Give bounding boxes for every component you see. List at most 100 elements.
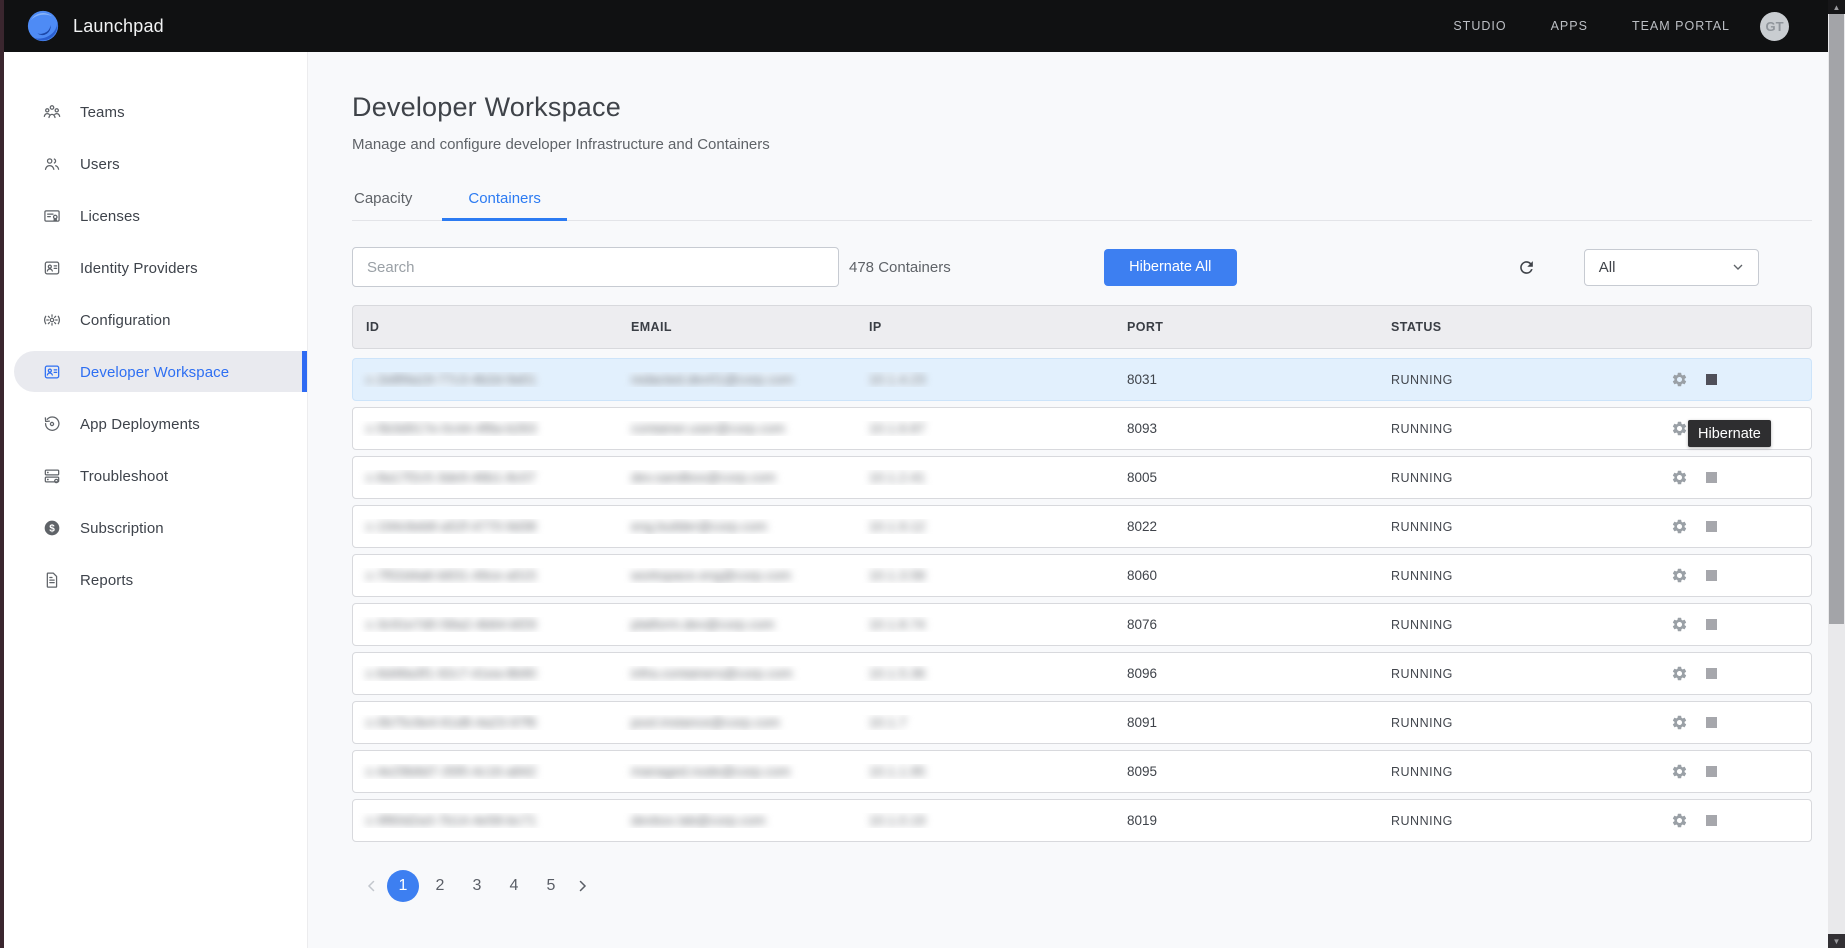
hibernate-stop-icon[interactable] xyxy=(1706,521,1717,532)
cell-email: workspace.eng@corp.com xyxy=(618,568,856,583)
cell-status: RUNNING xyxy=(1378,715,1661,730)
scrollbar-thumb[interactable] xyxy=(1829,14,1844,624)
pagination-page-1[interactable]: 1 xyxy=(387,870,419,902)
chevron-down-icon xyxy=(1730,259,1746,275)
scroll-up-button[interactable]: ▲ xyxy=(1828,0,1845,14)
scrollbar[interactable]: ▲ ▼ xyxy=(1828,0,1845,948)
hibernate-stop-icon[interactable] xyxy=(1706,472,1717,483)
top-bar: Launchpad STUDIO APPS TEAM PORTAL GT xyxy=(0,0,1845,52)
hibernate-stop-icon[interactable] xyxy=(1706,766,1717,777)
settings-gear-icon[interactable] xyxy=(1671,518,1688,535)
cell-status: RUNNING xyxy=(1378,470,1661,485)
settings-gear-icon[interactable] xyxy=(1671,469,1688,486)
settings-gear-icon[interactable] xyxy=(1671,714,1688,731)
brand[interactable]: Launchpad xyxy=(26,9,164,43)
avatar[interactable]: GT xyxy=(1760,12,1789,41)
pagination-page-2[interactable]: 2 xyxy=(424,870,456,902)
page-subtitle: Manage and configure developer Infrastru… xyxy=(352,136,1812,153)
cell-ip: 10.1.5.36 xyxy=(856,666,1114,681)
cell-port: 8096 xyxy=(1114,666,1378,681)
cell-port: 8022 xyxy=(1114,519,1378,534)
sidebar-item-label: Identity Providers xyxy=(80,260,198,277)
row-actions xyxy=(1661,518,1811,535)
cell-ip: 10.1.0.19 xyxy=(856,813,1114,828)
table-row[interactable]: c-9f60d2a3-7b14-4e58-bc71devbox.lab@corp… xyxy=(352,799,1812,842)
hibernate-all-button[interactable]: Hibernate All xyxy=(1104,249,1237,286)
sidebar-item-teams[interactable]: Teams xyxy=(0,86,307,138)
settings-gear-icon[interactable] xyxy=(1671,616,1688,633)
cell-email: platform.dev@corp.com xyxy=(618,617,856,632)
table-row[interactable]: c-5b3d917e-0c44-4f8a-b263container.user@… xyxy=(352,407,1812,450)
settings-gear-icon[interactable] xyxy=(1671,371,1688,388)
top-nav-item-team-portal[interactable]: TEAM PORTAL xyxy=(1632,19,1730,33)
sidebar-item-app-deployments[interactable]: App Deployments xyxy=(0,398,307,450)
refresh-icon[interactable] xyxy=(1517,258,1536,277)
search-input[interactable] xyxy=(352,247,839,287)
hibernate-tooltip: Hibernate xyxy=(1688,420,1771,447)
sidebar-item-identity-providers[interactable]: Identity Providers xyxy=(0,242,307,294)
cell-ip: 10.1.7 xyxy=(856,715,1114,730)
scroll-down-button[interactable]: ▼ xyxy=(1828,934,1845,948)
hibernate-stop-icon[interactable] xyxy=(1706,619,1717,630)
container-count: 478 Containers xyxy=(849,259,951,276)
table-row[interactable]: c-8a17f2c5-3de9-46b1-8c07dev.sandbox@cor… xyxy=(352,456,1812,499)
table-row[interactable]: c-0b75c9e4-61d8-4a23-97f6pool.instance@c… xyxy=(352,701,1812,744)
pagination-page-5[interactable]: 5 xyxy=(535,870,567,902)
cell-ip: 10.1.9.12 xyxy=(856,519,1114,534)
settings-gear-icon[interactable] xyxy=(1671,763,1688,780)
table-row[interactable]: c-3c91e7d0-58a2-4b64-bf29platform.dev@co… xyxy=(352,603,1812,646)
settings-gear-icon[interactable] xyxy=(1671,567,1688,584)
app-logo-icon xyxy=(26,9,60,43)
hibernate-stop-icon[interactable] xyxy=(1706,717,1717,728)
column-header-status: STATUS xyxy=(1378,320,1661,334)
sidebar-item-users[interactable]: Users xyxy=(0,138,307,190)
sidebar-item-licenses[interactable]: Licenses xyxy=(0,190,307,242)
table-row[interactable]: c-2e8f4a19-77c3-4b2d-9a51redacted.dev01@… xyxy=(352,358,1812,401)
hibernate-stop-icon[interactable] xyxy=(1706,668,1717,679)
top-nav-item-apps[interactable]: APPS xyxy=(1551,19,1588,33)
sidebar-item-developer-workspace[interactable]: Developer Workspace xyxy=(0,346,307,398)
table-row[interactable]: c-4e29b8d7-35f0-4c16-a842managed.node@co… xyxy=(352,750,1812,793)
cell-status: RUNNING xyxy=(1378,617,1661,632)
sidebar-item-label: Licenses xyxy=(80,208,140,225)
sidebar-item-configuration[interactable]: Configuration xyxy=(0,294,307,346)
cell-id: c-5b3d917e-0c44-4f8a-b263 xyxy=(353,421,618,436)
sidebar-item-troubleshoot[interactable]: Troubleshoot xyxy=(0,450,307,502)
table-row[interactable]: c-6d48a3f1-92c7-41ea-8b90infra.container… xyxy=(352,652,1812,695)
filter-select[interactable]: All xyxy=(1584,249,1759,286)
pagination-page-3[interactable]: 3 xyxy=(461,870,493,902)
cell-ip: 10.1.8.74 xyxy=(856,617,1114,632)
row-actions xyxy=(1661,616,1811,633)
identity-providers-icon xyxy=(42,258,62,278)
settings-gear-icon[interactable] xyxy=(1671,665,1688,682)
row-actions xyxy=(1661,763,1811,780)
hibernate-stop-icon[interactable] xyxy=(1706,570,1717,581)
column-header-ip: IP xyxy=(856,320,1114,334)
pagination-page-4[interactable]: 4 xyxy=(498,870,530,902)
sidebar-item-reports[interactable]: Reports xyxy=(0,554,307,606)
settings-gear-icon[interactable] xyxy=(1671,812,1688,829)
cell-email: pool.instance@corp.com xyxy=(618,715,856,730)
cell-email: container.user@corp.com xyxy=(618,421,856,436)
app-title: Launchpad xyxy=(73,16,164,37)
pagination-prev-icon[interactable] xyxy=(362,876,382,896)
tab-containers[interactable]: Containers xyxy=(442,179,567,220)
table-row[interactable]: c-194c6eb8-a52f-4770-9d38eng.builder@cor… xyxy=(352,505,1812,548)
settings-gear-icon[interactable] xyxy=(1671,420,1688,437)
hibernate-stop-icon[interactable] xyxy=(1706,374,1717,385)
pagination-next-icon[interactable] xyxy=(572,876,592,896)
column-header-email: EMAIL xyxy=(618,320,856,334)
cell-id: c-8a17f2c5-3de9-46b1-8c07 xyxy=(353,470,618,485)
sidebar-item-subscription[interactable]: $Subscription xyxy=(0,502,307,554)
sidebar-item-label: Troubleshoot xyxy=(80,468,168,485)
cell-status: RUNNING xyxy=(1378,813,1661,828)
hibernate-stop-icon[interactable] xyxy=(1706,815,1717,826)
top-nav-item-studio[interactable]: STUDIO xyxy=(1453,19,1506,33)
row-actions xyxy=(1661,469,1811,486)
row-actions xyxy=(1661,665,1811,682)
table-row[interactable]: c-7f02d4a6-b831-49ce-a515workspace.eng@c… xyxy=(352,554,1812,597)
cell-port: 8091 xyxy=(1114,715,1378,730)
cell-ip: 10.1.4.23 xyxy=(856,372,1114,387)
cell-id: c-2e8f4a19-77c3-4b2d-9a51 xyxy=(353,372,618,387)
tab-capacity[interactable]: Capacity xyxy=(352,179,442,220)
